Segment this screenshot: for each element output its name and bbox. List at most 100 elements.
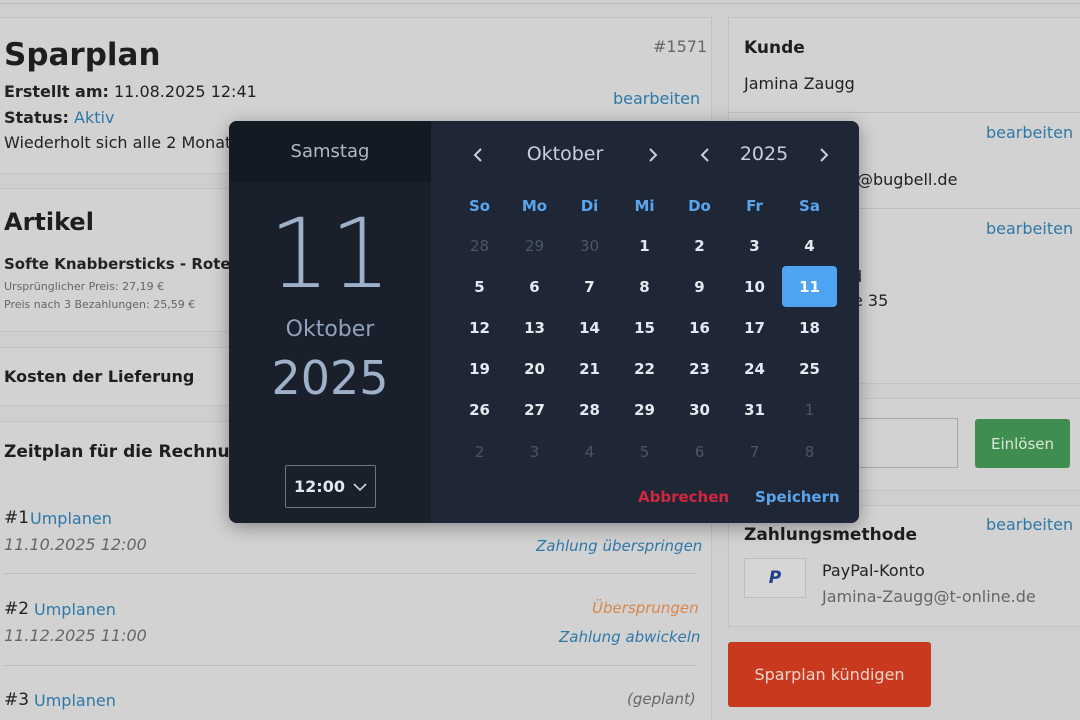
- schedule-row-2-reschedule[interactable]: Umplanen: [34, 600, 116, 619]
- articles-title: Artikel: [4, 208, 94, 236]
- calendar-day[interactable]: 20: [507, 349, 562, 390]
- calendar-day[interactable]: 31: [727, 390, 782, 431]
- prev-year-button[interactable]: [693, 143, 717, 167]
- calendar-day[interactable]: 1: [617, 225, 672, 266]
- schedule-row-2-action[interactable]: Zahlung abwickeln: [559, 628, 700, 646]
- calendar-day[interactable]: 8: [617, 266, 672, 307]
- calendar-day[interactable]: 10: [727, 266, 782, 307]
- payment-method: PayPal-Konto: [822, 561, 925, 580]
- calendar-day[interactable]: 21: [562, 349, 617, 390]
- picker-cancel-button[interactable]: Abbrechen: [638, 488, 729, 506]
- customer-title: Kunde: [744, 38, 805, 58]
- paypal-logo-box: P: [744, 558, 806, 598]
- weekday-label: So: [468, 197, 491, 215]
- calendar-day[interactable]: 28: [452, 225, 507, 266]
- picker-save-button[interactable]: Speichern: [755, 488, 840, 506]
- nav-month-label: Oktober: [526, 143, 604, 165]
- calendar-day[interactable]: 5: [452, 266, 507, 307]
- picker-weekday: Samstag: [229, 121, 431, 182]
- chevron-right-icon: [820, 148, 829, 162]
- calendar-day[interactable]: 3: [727, 225, 782, 266]
- repeat-text: Wiederholt sich alle 2 Monat: [4, 133, 232, 152]
- weekday-label: Mi: [634, 197, 655, 215]
- calendar-day[interactable]: 2: [672, 225, 727, 266]
- next-month-button[interactable]: [641, 143, 665, 167]
- redeem-button[interactable]: Einlösen: [975, 419, 1070, 468]
- weekday-label: Di: [580, 197, 599, 215]
- time-value: 12:00: [294, 477, 345, 496]
- schedule-row-2-date: 11.12.2025 11:00: [4, 626, 147, 645]
- prev-month-button[interactable]: [466, 143, 490, 167]
- schedule-row-3-reschedule[interactable]: Umplanen: [34, 691, 116, 710]
- schedule-divider-2: [4, 665, 696, 666]
- cancel-plan-button[interactable]: Sparplan kündigen: [728, 642, 931, 707]
- calendar-day[interactable]: 27: [507, 390, 562, 431]
- delivery-title: Kosten der Lieferung: [4, 367, 195, 386]
- status-label: Status:: [4, 108, 69, 127]
- calendar-day[interactable]: 4: [562, 431, 617, 472]
- customer-edit-link-1[interactable]: bearbeiten: [986, 123, 1073, 142]
- calendar-day[interactable]: 12: [452, 307, 507, 348]
- plan-number: #1571: [653, 37, 708, 56]
- calendar-day[interactable]: 30: [672, 390, 727, 431]
- schedule-row-1-reschedule[interactable]: Umplanen: [30, 509, 112, 528]
- time-select[interactable]: 12:00: [285, 465, 376, 508]
- calendar-day[interactable]: 29: [617, 390, 672, 431]
- created-label: Erstellt am:: [4, 82, 109, 101]
- chevron-right-icon: [649, 148, 658, 162]
- calendar-day[interactable]: 23: [672, 349, 727, 390]
- calendar-day[interactable]: 7: [727, 431, 782, 472]
- picker-calendar-panel: Oktober 2025 So Mo Di Mi Do Fr Sa 28 29 30 1 2 3 4 5 6…: [431, 121, 859, 523]
- calendar-day[interactable]: 25: [782, 349, 837, 390]
- calendar-day[interactable]: 14: [562, 307, 617, 348]
- schedule-row-2-status: Übersprungen: [592, 599, 699, 617]
- customer-edit-link-2[interactable]: bearbeiten: [986, 219, 1073, 238]
- calendar-day[interactable]: 19: [452, 349, 507, 390]
- calendar-day[interactable]: 16: [672, 307, 727, 348]
- customer-email-partial: @bugbell.de: [857, 170, 958, 189]
- article-name: Softe Knabbersticks - Rote B: [4, 255, 248, 273]
- top-border: [0, 0, 1080, 4]
- calendar-day[interactable]: 24: [727, 349, 782, 390]
- calendar-day[interactable]: 22: [617, 349, 672, 390]
- status-line: Status: Aktiv: [4, 108, 114, 127]
- calendar-day[interactable]: 8: [782, 431, 837, 472]
- next-year-button[interactable]: [812, 143, 836, 167]
- calendar-day[interactable]: 4: [782, 225, 837, 266]
- created-value: 11.08.2025 12:41: [114, 82, 257, 101]
- schedule-row-3-num: #3: [4, 690, 30, 710]
- calendar-day[interactable]: 5: [617, 431, 672, 472]
- calendar-day[interactable]: 15: [617, 307, 672, 348]
- calendar-day[interactable]: 6: [507, 266, 562, 307]
- calendar-day[interactable]: 26: [452, 390, 507, 431]
- page-title: Sparplan: [4, 37, 161, 73]
- calendar-day[interactable]: 18: [782, 307, 837, 348]
- calendar-day[interactable]: 2: [452, 431, 507, 472]
- created-line: Erstellt am: 11.08.2025 12:41: [4, 82, 257, 101]
- paypal-icon: P: [768, 568, 782, 588]
- calendar-day[interactable]: 6: [672, 431, 727, 472]
- calendar-day[interactable]: 28: [562, 390, 617, 431]
- schedule-row-1-num: #1: [4, 508, 30, 528]
- picker-month: Oktober: [285, 317, 375, 342]
- chevron-left-icon: [700, 148, 709, 162]
- calendar-day[interactable]: 13: [507, 307, 562, 348]
- calendar-day[interactable]: 30: [562, 225, 617, 266]
- calendar-day[interactable]: 17: [727, 307, 782, 348]
- schedule-row-2-num: #2: [4, 599, 30, 619]
- calendar-day[interactable]: 1: [782, 390, 837, 431]
- weekday-label: Mo: [521, 197, 548, 215]
- schedule-row-1-action[interactable]: Zahlung überspringen: [536, 537, 702, 555]
- article-price-after: Preis nach 3 Bezahlungen: 25,59 €: [4, 298, 196, 311]
- payment-edit-link[interactable]: bearbeiten: [986, 515, 1073, 534]
- schedule-row-3-status: (geplant): [627, 690, 696, 708]
- coupon-input[interactable]: [855, 418, 958, 468]
- calendar-day[interactable]: 29: [507, 225, 562, 266]
- calendar-day-selected[interactable]: 11: [782, 266, 837, 308]
- plan-edit-link[interactable]: bearbeiten: [613, 89, 700, 108]
- calendar-day[interactable]: 7: [562, 266, 617, 307]
- calendar-day[interactable]: 3: [507, 431, 562, 472]
- schedule-row-1-date: 11.10.2025 12:00: [4, 535, 147, 554]
- calendar-day[interactable]: 9: [672, 266, 727, 307]
- picker-summary-panel: Samstag 11 Oktober 2025 12:00: [229, 121, 431, 523]
